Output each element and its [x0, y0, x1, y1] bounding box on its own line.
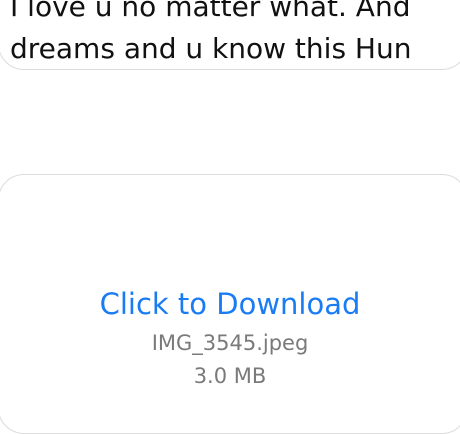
message-line-2: dreams and u know this Hun: [10, 32, 412, 65]
download-link[interactable]: Click to Download: [0, 286, 460, 322]
message-line-1: I love u no matter what. And: [10, 0, 411, 23]
attachment-file-name: IMG_3545.jpeg: [151, 331, 309, 355]
attachment-file-size: 3.0 MB: [193, 364, 267, 388]
message-text: I love u no matter what. And dreams and u…: [10, 0, 460, 70]
